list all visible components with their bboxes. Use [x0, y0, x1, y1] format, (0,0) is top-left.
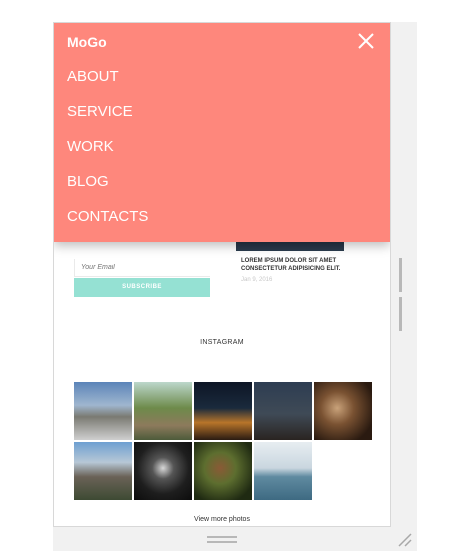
resize-handle-horizontal[interactable]: [207, 536, 237, 544]
nav-menu-overlay: MoGo ABOUT SERVICE WORK BLOG CONTACTS: [54, 23, 390, 242]
instagram-heading: INSTAGRAM: [200, 339, 244, 346]
instagram-photo[interactable]: [74, 382, 132, 440]
instagram-photo[interactable]: [254, 442, 312, 500]
view-more-photos-link[interactable]: View more photos: [54, 516, 390, 523]
post-date: Jan 9, 2016: [241, 277, 273, 283]
instagram-photo[interactable]: [194, 382, 252, 440]
email-field[interactable]: [74, 259, 210, 277]
instagram-photo[interactable]: [194, 442, 252, 500]
brand-logo[interactable]: MoGo: [67, 34, 107, 50]
nav-item-contacts[interactable]: CONTACTS: [67, 208, 148, 225]
instagram-photo[interactable]: [314, 382, 372, 440]
subscribe-button[interactable]: SUBSCRIBE: [74, 278, 210, 297]
post-title[interactable]: LOREM IPSUM DOLOR SIT AMET CONSECTETUR A…: [241, 257, 371, 273]
nav-item-about[interactable]: ABOUT: [67, 68, 119, 85]
nav-item-blog[interactable]: BLOG: [67, 173, 109, 190]
nav-item-work[interactable]: WORK: [67, 138, 114, 155]
instagram-photo[interactable]: [134, 442, 192, 500]
close-icon[interactable]: [357, 32, 375, 50]
instagram-photo[interactable]: [74, 442, 132, 500]
instagram-photo[interactable]: [134, 382, 192, 440]
nav-item-service[interactable]: SERVICE: [67, 103, 133, 120]
device-viewport: LOREM IPSUM DOLOR SIT AMET CONSECTETUR A…: [53, 22, 391, 527]
resize-handle-vertical[interactable]: [399, 258, 407, 331]
instagram-photo[interactable]: [254, 382, 312, 440]
resize-corner-icon[interactable]: [396, 531, 412, 547]
